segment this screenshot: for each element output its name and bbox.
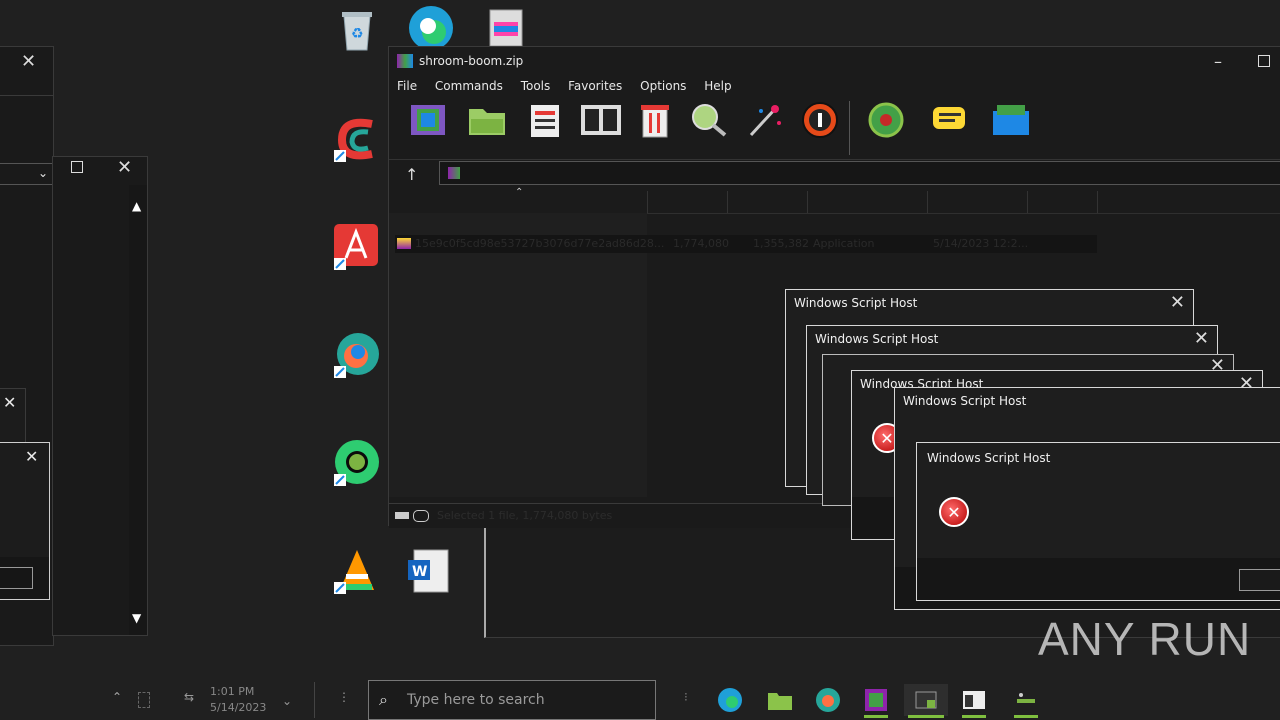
file-packed: 1,355,382 — [753, 237, 809, 250]
search-placeholder: Type here to search — [407, 692, 545, 708]
close-icon[interactable]: ✕ — [117, 157, 132, 178]
file-list-left-pane — [389, 213, 647, 497]
archive-small-icon — [448, 167, 460, 179]
svg-text:W: W — [412, 564, 427, 580]
ok-button[interactable] — [1239, 569, 1280, 591]
watermark: ANY RUN — [1038, 612, 1251, 666]
extract-to-icon[interactable] — [467, 101, 507, 141]
taskbar-file-explorer-icon[interactable] — [764, 684, 796, 716]
scrollbar[interactable]: ▲ ▼ — [129, 185, 147, 635]
view-icon[interactable] — [579, 101, 621, 141]
clock-date: 5/14/2023 — [210, 701, 267, 714]
info-icon[interactable] — [801, 101, 841, 141]
sfx-icon[interactable] — [989, 101, 1029, 141]
menu-tools[interactable]: Tools — [521, 79, 551, 93]
chrome-shortcut-icon[interactable] — [332, 438, 380, 486]
tray-icon[interactable] — [138, 692, 150, 708]
clock[interactable]: 1:01 PM 5/14/2023 — [210, 684, 266, 716]
address-bar[interactable] — [439, 161, 1280, 185]
partial-dialog-left-b: ✕ — [0, 442, 50, 600]
menu-favorites[interactable]: Favorites — [568, 79, 622, 93]
chevron-down-icon: ⌄ — [37, 166, 48, 180]
up-folder-icon[interactable]: ↑ — [405, 165, 418, 184]
clock-time: 1:01 PM — [210, 685, 255, 698]
taskbar-script-host-icon[interactable] — [904, 684, 948, 718]
maximize-icon[interactable] — [71, 161, 83, 173]
comment-icon[interactable] — [929, 101, 969, 141]
key-icon — [413, 510, 429, 522]
taskbar-divider — [314, 682, 315, 718]
scroll-down-icon[interactable]: ▼ — [132, 611, 141, 625]
menu-options[interactable]: Options — [640, 79, 686, 93]
close-icon[interactable]: ✕ — [21, 51, 36, 72]
close-icon[interactable]: ✕ — [1170, 292, 1185, 313]
maximize-button[interactable] — [1249, 47, 1279, 75]
search-input[interactable]: ⌕ Type here to search — [368, 680, 656, 720]
winrar-icon — [397, 54, 413, 68]
search-icon: ⌕ — [379, 690, 388, 709]
vlc-shortcut-icon[interactable] — [332, 546, 380, 594]
recycle-bin-icon[interactable]: ♻ — [334, 6, 382, 54]
dialog-title: Windows Script Host — [903, 394, 1027, 408]
virus-scan-icon[interactable] — [867, 101, 907, 141]
window-title: shroom-boom.zip — [419, 54, 524, 68]
file-type: Application — [813, 237, 875, 250]
word-document-icon[interactable]: W — [406, 548, 454, 596]
edge-icon[interactable] — [406, 4, 454, 52]
drive-icon — [395, 512, 409, 519]
taskbar-firefox-icon[interactable] — [812, 684, 844, 716]
find-icon[interactable] — [689, 101, 729, 141]
firefox-shortcut-icon[interactable] — [332, 330, 380, 378]
dialog-title: Windows Script Host — [815, 332, 939, 346]
dropdown-field[interactable]: ⌄ — [0, 163, 53, 185]
menu-help[interactable]: Help — [704, 79, 731, 93]
svg-text:♻: ♻ — [351, 26, 364, 42]
task-view-icon[interactable]: ⋮ — [338, 690, 350, 704]
test-icon[interactable] — [527, 101, 567, 141]
file-name: 15e9c0f5cd98e53727b3076d77e2ad86d28... — [415, 237, 665, 250]
script-host-dialog-5: Windows Script Host ✕ — [916, 442, 1280, 601]
close-icon[interactable]: ✕ — [3, 393, 16, 412]
taskbar-window-icon[interactable] — [958, 684, 990, 718]
ccleaner-shortcut-icon[interactable] — [332, 114, 380, 162]
menu-file[interactable]: File — [397, 79, 417, 93]
minimize-button[interactable]: – — [1203, 47, 1233, 75]
add-archive-icon[interactable] — [409, 101, 449, 141]
error-icon: ✕ — [939, 497, 969, 527]
column-headers: ⌃ — [389, 187, 1280, 214]
toolbar-divider — [389, 159, 1280, 160]
dialog-title: Windows Script Host — [794, 296, 918, 310]
partial-dialog-left-a: ✕ — [0, 388, 26, 444]
system-tray-chevron-icon[interactable]: ⌃ — [112, 690, 122, 704]
close-icon[interactable]: ✕ — [1194, 328, 1209, 349]
network-icon[interactable]: ⇆ — [184, 690, 194, 704]
ok-button[interactable] — [0, 567, 33, 589]
file-size: 1,774,080 — [673, 237, 729, 250]
menu-bar: File Commands Tools Favorites Options He… — [397, 79, 746, 93]
watermark-text: ANY RUN — [1038, 613, 1252, 665]
close-icon[interactable]: ✕ — [25, 447, 38, 466]
dialog-title: Windows Script Host — [927, 451, 1051, 465]
exe-file-icon — [397, 238, 411, 249]
chevron-down-icon[interactable]: ⌄ — [282, 694, 292, 708]
table-row[interactable]: 15e9c0f5cd98e53727b3076d77e2ad86d28... 1… — [395, 235, 1097, 253]
partial-window-left-scroll: ✕ ▲ ▼ — [52, 156, 148, 636]
scroll-up-icon[interactable]: ▲ — [132, 199, 141, 213]
sort-indicator-icon: ⌃ — [515, 187, 524, 198]
status-text: Selected 1 file, 1,774,080 bytes — [437, 509, 613, 522]
taskbar-separator-dot: ⁝ — [684, 690, 688, 704]
menu-commands[interactable]: Commands — [435, 79, 503, 93]
taskbar-winrar-icon[interactable] — [860, 684, 892, 718]
toolbar-separator — [849, 101, 850, 155]
acrobat-shortcut-icon[interactable] — [332, 222, 380, 270]
delete-icon[interactable] — [639, 101, 679, 141]
archive-titlebar[interactable]: shroom-boom.zip — [389, 47, 1280, 75]
file-modified: 5/14/2023 12:2... — [933, 237, 1029, 250]
wizard-icon[interactable] — [745, 101, 785, 141]
taskbar-edge-icon[interactable] — [714, 684, 746, 716]
taskbar-app-icon[interactable] — [1010, 684, 1042, 718]
